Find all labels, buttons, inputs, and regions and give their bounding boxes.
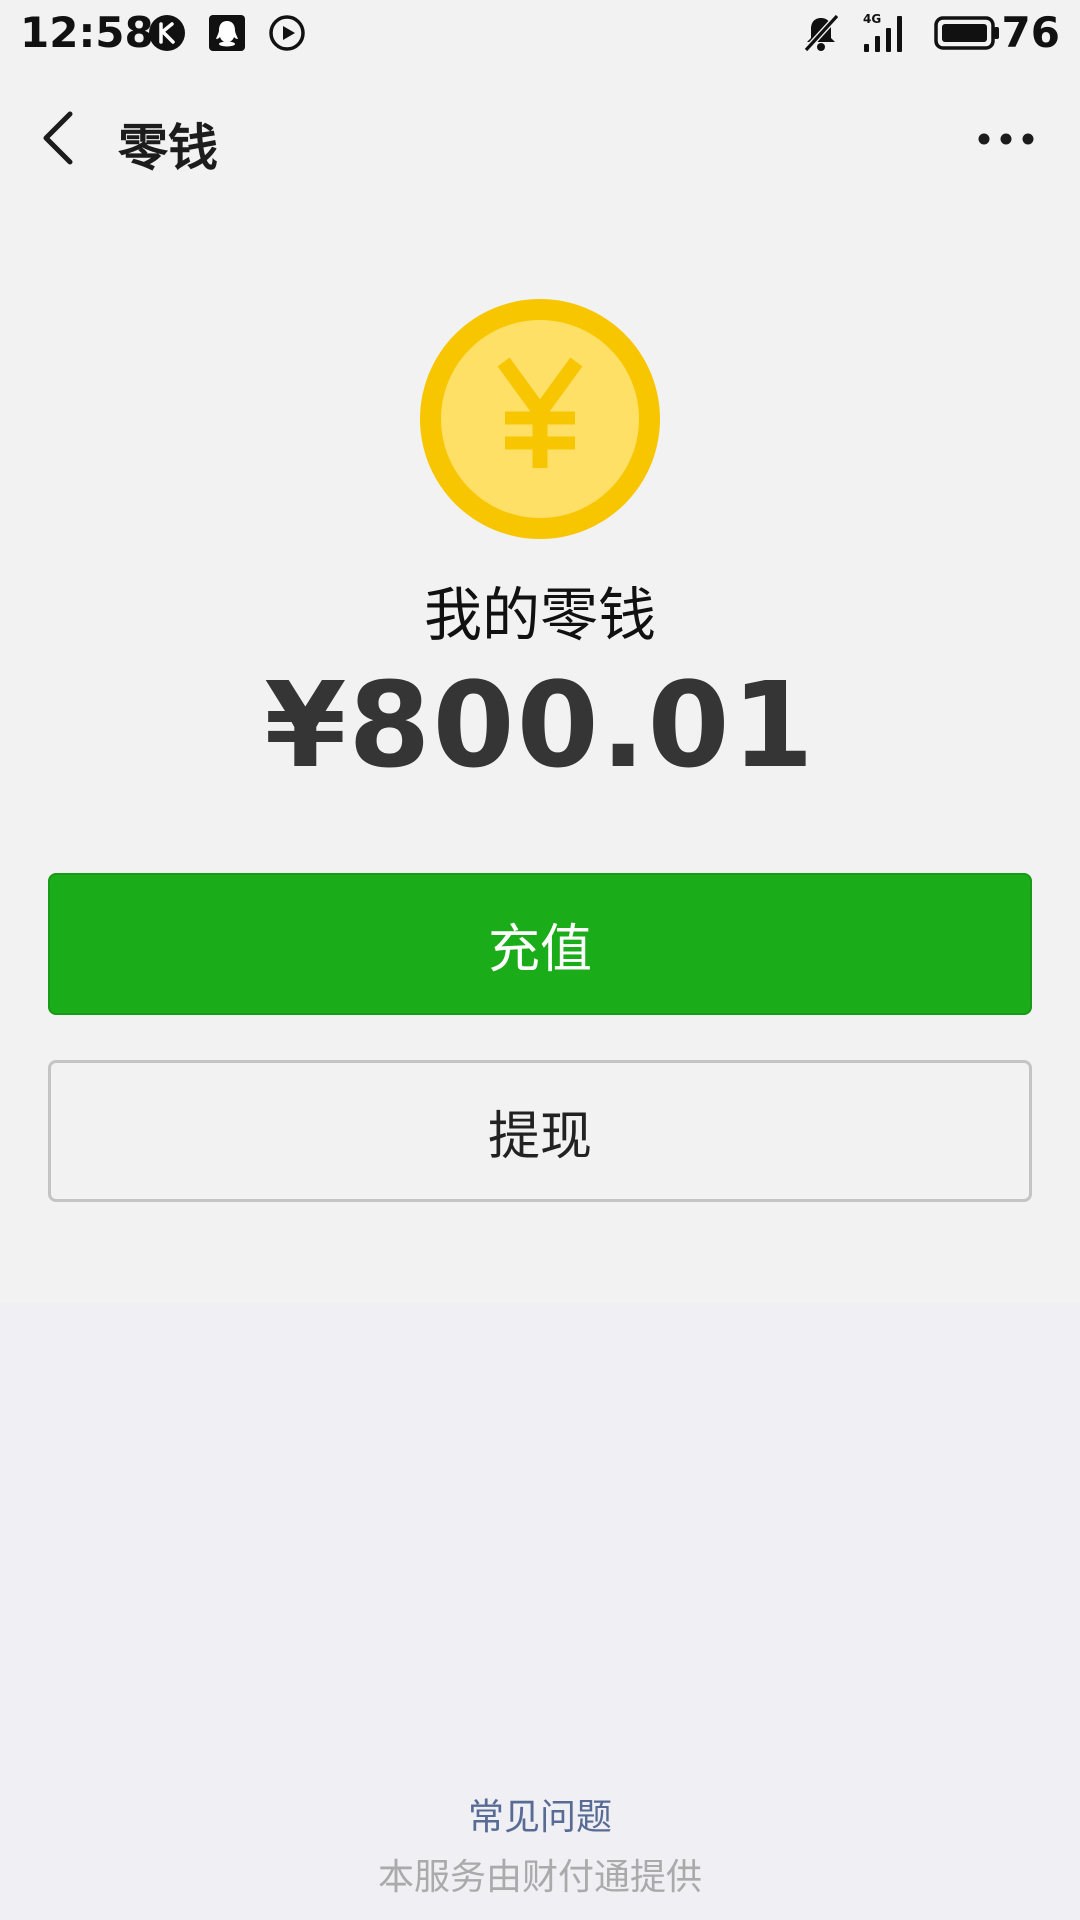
signal-4g-icon: 4G [863, 12, 902, 52]
qq-icon [209, 15, 245, 51]
withdraw-button-label: 提现 [487, 1106, 592, 1167]
play-icon [269, 15, 305, 51]
battery-level: 76 [1001, 8, 1060, 57]
balance-amount: ¥800.01 [264, 656, 816, 794]
withdraw-button[interactable]: 提现 [48, 1060, 1032, 1202]
status-time: 12:58 [20, 8, 154, 57]
mute-bell-icon [803, 13, 840, 53]
yuan-coin-icon [420, 299, 660, 539]
recharge-button[interactable]: 充值 [48, 873, 1032, 1015]
battery-icon [934, 16, 999, 50]
network-label: 4G [863, 12, 881, 26]
status-bar: 12:58 4G 76 [0, 0, 1080, 68]
more-dots-icon[interactable] [976, 124, 1036, 154]
recharge-button-label: 充值 [487, 919, 592, 980]
page-title: 零钱 [118, 119, 218, 177]
balance-label: 我的零钱 [423, 581, 656, 649]
k-app-icon [149, 15, 185, 51]
faq-link[interactable]: 常见问题 [0, 1788, 1080, 1840]
provider-text: 本服务由财付通提供 [377, 1857, 702, 1898]
chevron-left-icon[interactable] [36, 108, 80, 168]
